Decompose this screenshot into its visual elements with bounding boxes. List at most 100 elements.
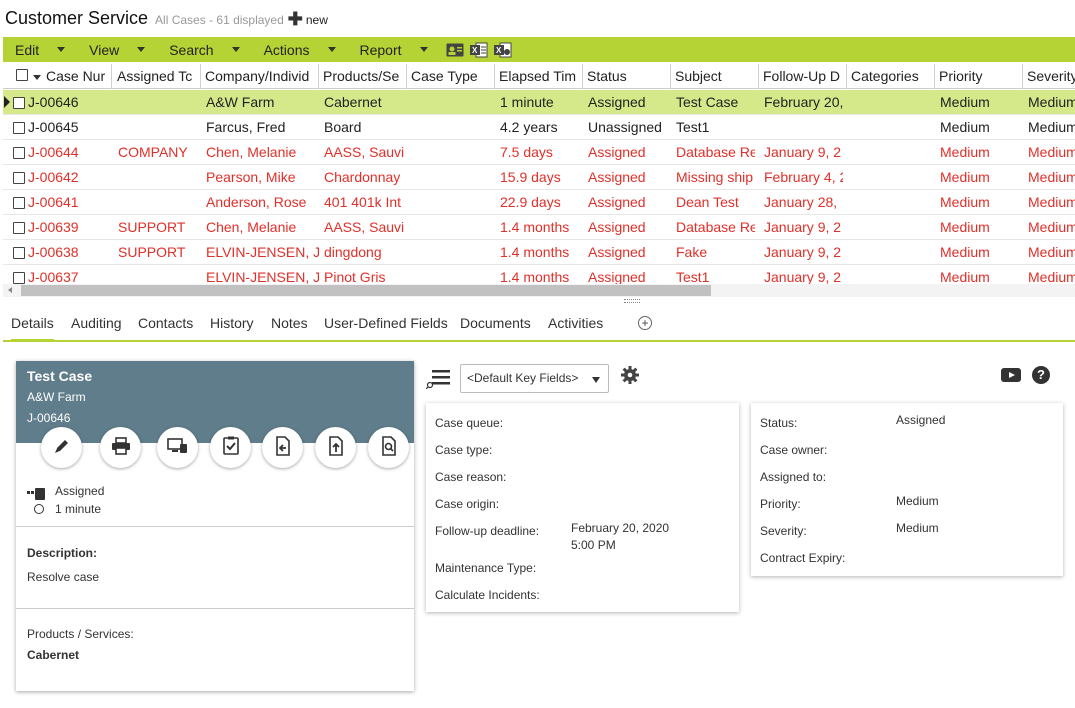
cell-severity: Medium [1028, 144, 1075, 160]
column-header-categories[interactable]: Categories [847, 64, 935, 89]
table-row[interactable]: J-00641 Anderson, Rose 401 401k Int 22.9 da… [3, 190, 1075, 215]
search-menu[interactable]: Search [157, 42, 251, 58]
row-checkbox[interactable] [13, 172, 25, 184]
cell-elapsed: 1.4 months [500, 219, 570, 235]
row-checkbox[interactable] [13, 222, 25, 234]
chevron-down-icon[interactable] [33, 75, 41, 80]
tab-activities[interactable]: Activities [548, 315, 603, 331]
gear-icon[interactable] [620, 365, 640, 385]
select-all-checkbox[interactable] [16, 69, 28, 81]
column-header-elapsed-time[interactable]: Elapsed Tim [495, 64, 583, 89]
cell-priority: Medium [940, 119, 990, 135]
key-fields-select[interactable]: <Default Key Fields> [460, 364, 609, 393]
grid-header-row: Case Nur Assigned Tc Company/Individ Pro… [3, 64, 1075, 89]
table-row[interactable]: J-00644 COMPANY Chen, Melanie AASS, Sauvi 7.… [3, 140, 1075, 165]
tab-notes[interactable]: Notes [271, 315, 308, 331]
column-header-status[interactable]: Status [583, 64, 671, 89]
column-header-priority[interactable]: Priority [935, 64, 1023, 89]
cell-company: Chen, Melanie [206, 144, 297, 160]
checklist-button[interactable] [210, 427, 251, 468]
tab-documents[interactable]: Documents [460, 315, 531, 331]
cell-categories [852, 240, 935, 265]
table-row[interactable]: J-00642 Pearson, Mike Chardonnay 15.9 days A… [3, 165, 1075, 190]
tab-auditing[interactable]: Auditing [71, 315, 122, 331]
cell-priority: Medium [940, 94, 990, 110]
table-row[interactable]: J-00646 A&W Farm Cabernet 1 minute Assigned T… [3, 90, 1075, 115]
new-button[interactable]: new [306, 13, 328, 27]
resize-handle[interactable] [624, 299, 640, 303]
field-label-case-origin: Case origin: [435, 497, 500, 511]
cell-case: J-00637 [28, 269, 79, 285]
plus-icon[interactable]: ✚ [288, 10, 303, 28]
report-menu[interactable]: Report [348, 42, 440, 58]
column-header-company[interactable]: Company/Individ [201, 64, 319, 89]
table-row[interactable]: J-00638 SUPPORT ELVIN-JENSEN, J dingdong 1.4… [3, 240, 1075, 265]
cell-categories [852, 90, 935, 115]
row-checkbox[interactable] [13, 147, 25, 159]
cell-company: A&W Farm [206, 94, 275, 110]
add-tab-icon[interactable]: + [638, 316, 652, 330]
edit-button[interactable] [41, 427, 82, 468]
cell-subject: Test Case [676, 94, 739, 110]
scroll-left-icon[interactable] [8, 287, 12, 293]
cell-followup: January 9, 2 [764, 269, 842, 285]
field-label-severity: Severity: [760, 524, 807, 538]
upload-button[interactable] [315, 427, 356, 468]
row-checkbox[interactable] [13, 272, 25, 284]
help-icon[interactable]: ? [1032, 366, 1050, 384]
tab-user-defined-fields[interactable]: User-Defined Fields [324, 315, 448, 331]
screen-share-button[interactable] [157, 427, 198, 468]
table-row[interactable]: J-00639 SUPPORT Chen, Melanie AASS, Sauvi 1.… [3, 215, 1075, 240]
field-label-assigned-to: Assigned to: [760, 470, 827, 484]
divider [16, 526, 414, 527]
view-menu[interactable]: View [77, 42, 157, 58]
row-checkbox[interactable] [13, 197, 25, 209]
column-header-severity[interactable]: Severity [1023, 64, 1075, 89]
row-checkbox[interactable] [13, 247, 25, 259]
row-checkbox[interactable] [13, 97, 25, 109]
table-row[interactable]: J-00645 Farcus, Fred Board 4.2 years Unassig… [3, 115, 1075, 140]
column-header-assigned-to[interactable]: Assigned Tc [113, 64, 201, 89]
menu-icon[interactable] [425, 367, 452, 390]
tab-details[interactable]: Details [11, 315, 54, 342]
table-row[interactable]: J-00637 ELVIN-JENSEN, J Pinot Gris 1.4 mont… [3, 265, 1075, 286]
scrollbar-thumb[interactable] [21, 285, 711, 296]
column-header-products[interactable]: Products/Se [319, 64, 407, 89]
edit-icon [53, 437, 71, 458]
cell-type [412, 240, 495, 265]
contact-card-icon[interactable] [446, 42, 464, 58]
cell-subject: Test1 [676, 269, 710, 285]
cell-case: J-00646 [28, 94, 79, 110]
print-button[interactable] [100, 427, 141, 468]
horizontal-scrollbar[interactable] [3, 284, 1075, 297]
edit-menu[interactable]: Edit [3, 42, 77, 58]
cell-severity: Medium [1028, 169, 1075, 185]
excel-import-icon[interactable]: X [493, 42, 512, 58]
case-summary-card: Test Case A&W Farm J-00646 Assigned 1 mi… [16, 361, 414, 691]
column-header-subject[interactable]: Subject [671, 64, 759, 89]
column-header-case-type[interactable]: Case Type [407, 64, 495, 89]
cell-type [412, 165, 495, 190]
cell-status: Assigned [588, 94, 646, 110]
row-checkbox[interactable] [13, 122, 25, 134]
cell-priority: Medium [940, 194, 990, 210]
description-value: Resolve case [27, 570, 100, 584]
tab-history[interactable]: History [210, 315, 254, 331]
search-document-button[interactable] [368, 427, 409, 468]
reply-document-button[interactable] [262, 427, 303, 468]
case-company: A&W Farm [27, 390, 86, 404]
actions-menu[interactable]: Actions [252, 42, 348, 58]
field-value-priority: Medium [896, 494, 939, 508]
description-label: Description: [27, 546, 98, 560]
cell-elapsed: 22.9 days [500, 194, 561, 210]
excel-export-icon[interactable]: X [469, 42, 488, 58]
video-help-icon[interactable] [1000, 366, 1022, 384]
tab-contacts[interactable]: Contacts [138, 315, 193, 331]
page-header: Customer Service All Cases - 61 displaye… [0, 0, 1075, 37]
chevron-down-icon [231, 47, 240, 52]
column-header-case-number[interactable]: Case Nur [42, 64, 112, 89]
column-header-follow-up[interactable]: Follow-Up D [759, 64, 847, 89]
cell-company: Anderson, Rose [206, 194, 307, 210]
cell-company: Pearson, Mike [206, 169, 296, 185]
upload-icon [327, 436, 345, 459]
